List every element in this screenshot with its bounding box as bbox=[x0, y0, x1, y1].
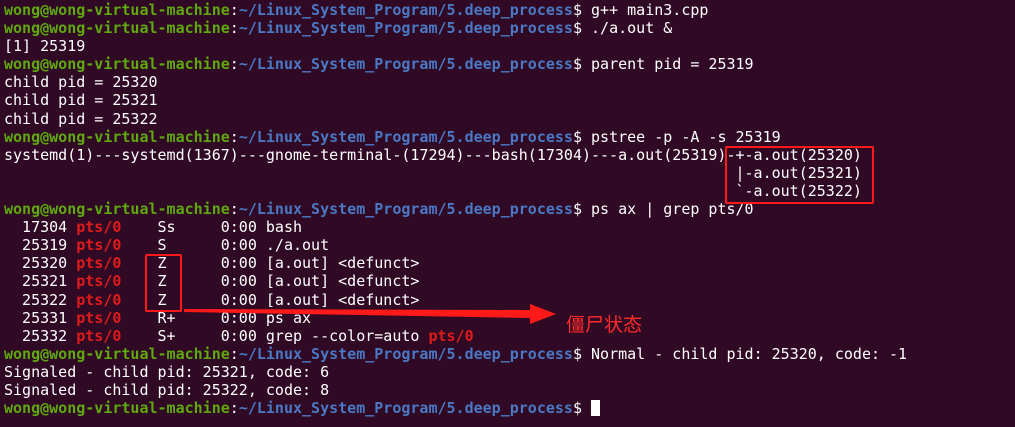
zombie-state-label: 僵尸状态 bbox=[566, 314, 643, 336]
arrow-icon bbox=[184, 304, 556, 324]
